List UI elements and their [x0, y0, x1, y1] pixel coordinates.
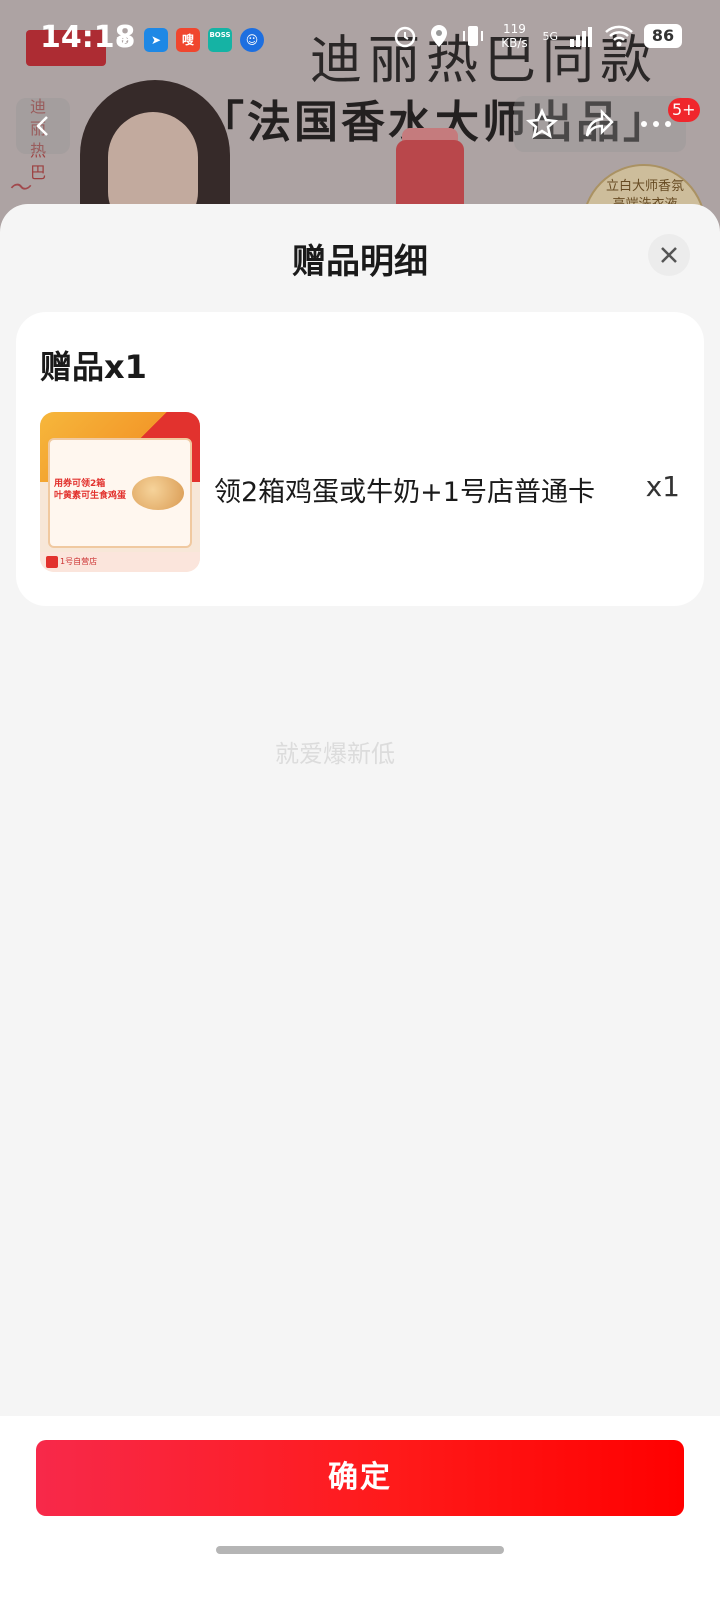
eggs-image — [132, 476, 184, 510]
app-icon-blue: ➤ — [144, 28, 168, 52]
close-button[interactable] — [648, 234, 690, 276]
share-icon[interactable] — [584, 108, 616, 140]
net-speed: 119 KB/s — [501, 22, 528, 50]
app-icon-robot: ☺ — [240, 28, 264, 52]
back-button[interactable] — [16, 98, 70, 154]
confirm-button[interactable]: 确定 — [36, 1440, 684, 1516]
alarm-icon — [395, 26, 416, 48]
status-right: 119 KB/s 5G 86 — [392, 22, 682, 50]
sheet-footer: 确定 — [0, 1416, 720, 1600]
wifi-icon — [605, 25, 633, 47]
message-count-badge: 5+ — [668, 98, 700, 122]
thumbnail-line-2: 叶黄素可生食鸡蛋 — [54, 491, 127, 501]
close-icon — [661, 247, 677, 263]
location-icon — [431, 25, 448, 47]
network-type: 5G — [542, 29, 558, 43]
gift-item[interactable]: 用券可领2箱 叶黄素可生食鸡蛋 1号自营店 领2箱鸡蛋或牛奶+1号店普通卡 x1 — [40, 412, 680, 572]
gift-thumbnail: 用券可领2箱 叶黄素可生食鸡蛋 1号自营店 — [40, 412, 200, 572]
chevron-left-icon — [36, 116, 48, 136]
store-logo-icon — [46, 556, 58, 568]
thumbnail-footer: 1号自营店 — [40, 552, 200, 572]
gift-card: 赠品x1 用券可领2箱 叶黄素可生食鸡蛋 1号自营店 领2箱鸡蛋或牛奶+1号店普… — [16, 312, 704, 606]
app-icon-boss: BOSS — [208, 28, 232, 52]
nav-actions — [514, 96, 686, 152]
app-icon-sou: 嗖 — [176, 28, 200, 52]
gift-name: 领2箱鸡蛋或牛奶+1号店普通卡 — [214, 477, 595, 508]
gift-detail-sheet: 赠品明细 赠品x1 用券可领2箱 叶黄素可生食鸡蛋 1号自营店 领2箱鸡蛋或牛奶… — [0, 204, 720, 1600]
sheet-title: 赠品明细 — [292, 242, 428, 282]
battery-indicator: 86 — [644, 24, 682, 48]
watermark-text: 就爱爆新低 — [275, 740, 395, 768]
star-icon[interactable] — [526, 108, 558, 140]
signal-icon — [570, 27, 592, 47]
app-icon-bird: ✈ — [115, 28, 133, 52]
gift-quantity: x1 — [645, 470, 680, 503]
home-indicator[interactable] — [216, 1546, 504, 1554]
status-bar: 14:18 ✈ ➤ 嗖 BOSS ☺ 119 KB/s 5G 86 — [0, 0, 720, 80]
vibrate-icon — [463, 26, 484, 46]
gift-section-header: 赠品x1 — [40, 348, 147, 386]
